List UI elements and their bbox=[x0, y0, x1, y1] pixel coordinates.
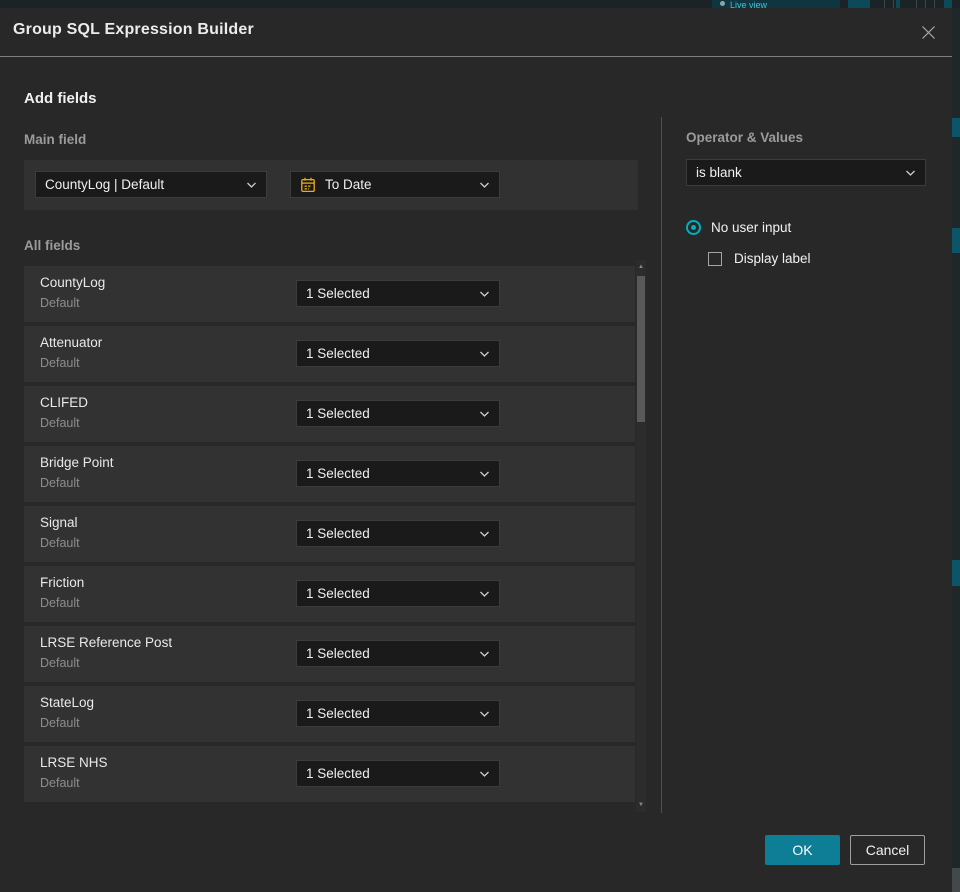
field-name: LRSE NHS bbox=[40, 755, 108, 770]
field-name: StateLog bbox=[40, 695, 95, 710]
field-name: CLIFED bbox=[40, 395, 89, 410]
chevron-down-icon bbox=[479, 410, 490, 418]
background-toolbar: Live view bbox=[0, 0, 960, 8]
scrollbar[interactable]: ▲ ▼ bbox=[636, 260, 646, 812]
field-row: Signal Default 1 Selected bbox=[24, 506, 635, 562]
field-values-select-value: 1 Selected bbox=[306, 706, 370, 721]
field-row: CLIFED Default 1 Selected bbox=[24, 386, 635, 442]
scroll-down-icon[interactable]: ▼ bbox=[636, 800, 646, 810]
field-values-select[interactable]: 1 Selected bbox=[296, 580, 500, 607]
field-subtype: Default bbox=[40, 356, 80, 370]
calendar-icon bbox=[300, 177, 316, 193]
field-name: Friction bbox=[40, 575, 85, 590]
field-row: Friction Default 1 Selected bbox=[24, 566, 635, 622]
field-values-select-value: 1 Selected bbox=[306, 286, 370, 301]
live-view-label: Live view bbox=[730, 0, 768, 8]
field-name: CountyLog bbox=[40, 275, 106, 290]
operator-select-value: is blank bbox=[696, 165, 742, 180]
main-field-panel: CountyLog | Default To Date bbox=[24, 160, 638, 210]
field-name: Signal bbox=[40, 515, 78, 530]
field-values-select[interactable]: 1 Selected bbox=[296, 460, 500, 487]
chevron-down-icon bbox=[246, 181, 257, 189]
all-fields-list: CountyLog Default 1 Selected Attenuator … bbox=[24, 266, 635, 802]
field-subtype: Default bbox=[40, 536, 80, 550]
background-tool-button bbox=[896, 0, 900, 8]
scroll-up-icon[interactable]: ▲ bbox=[636, 262, 646, 272]
chevron-down-icon bbox=[479, 710, 490, 718]
add-fields-heading: Add fields bbox=[24, 90, 97, 107]
field-values-select-value: 1 Selected bbox=[306, 586, 370, 601]
field-values-select-value: 1 Selected bbox=[306, 466, 370, 481]
field-values-select[interactable]: 1 Selected bbox=[296, 520, 500, 547]
display-label-label: Display label bbox=[734, 251, 811, 266]
chevron-down-icon bbox=[479, 530, 490, 538]
dialog-header: Group SQL Expression Builder bbox=[0, 8, 952, 57]
operator-values-label: Operator & Values bbox=[686, 130, 804, 145]
field-type-select[interactable]: To Date bbox=[290, 171, 500, 198]
field-values-select[interactable]: 1 Selected bbox=[296, 700, 500, 727]
live-view-indicator[interactable]: Live view bbox=[712, 0, 840, 8]
cancel-button[interactable]: Cancel bbox=[850, 835, 925, 865]
field-values-select[interactable]: 1 Selected bbox=[296, 280, 500, 307]
chevron-down-icon bbox=[479, 650, 490, 658]
field-values-select[interactable]: 1 Selected bbox=[296, 400, 500, 427]
app-background: Live view Group SQL Expression Builder A… bbox=[0, 0, 960, 892]
field-values-select[interactable]: 1 Selected bbox=[296, 340, 500, 367]
field-subtype: Default bbox=[40, 416, 80, 430]
column-divider bbox=[661, 117, 662, 813]
field-values-select[interactable]: 1 Selected bbox=[296, 760, 500, 787]
field-name: Bridge Point bbox=[40, 455, 114, 470]
group-sql-expression-builder-dialog: Group SQL Expression Builder Add fields … bbox=[0, 8, 952, 892]
chevron-down-icon bbox=[479, 350, 490, 358]
field-row: LRSE NHS Default 1 Selected bbox=[24, 746, 635, 802]
field-name: LRSE Reference Post bbox=[40, 635, 173, 650]
field-row: StateLog Default 1 Selected bbox=[24, 686, 635, 742]
all-fields-label: All fields bbox=[24, 238, 81, 253]
field-subtype: Default bbox=[40, 296, 80, 310]
ok-button[interactable]: OK bbox=[765, 835, 840, 865]
field-name: Attenuator bbox=[40, 335, 103, 350]
field-subtype: Default bbox=[40, 716, 80, 730]
live-dot-icon bbox=[720, 1, 725, 6]
field-row: CountyLog Default 1 Selected bbox=[24, 266, 635, 322]
chevron-down-icon bbox=[905, 169, 916, 177]
field-values-select-value: 1 Selected bbox=[306, 346, 370, 361]
field-row: Attenuator Default 1 Selected bbox=[24, 326, 635, 382]
background-panel-edge bbox=[952, 8, 960, 892]
no-user-input-radio[interactable]: No user input bbox=[686, 220, 791, 235]
field-values-select-value: 1 Selected bbox=[306, 766, 370, 781]
chevron-down-icon bbox=[479, 470, 490, 478]
field-values-select-value: 1 Selected bbox=[306, 526, 370, 541]
field-subtype: Default bbox=[40, 476, 80, 490]
checkbox-unchecked-icon bbox=[708, 251, 722, 266]
display-label-checkbox[interactable]: Display label bbox=[708, 251, 811, 266]
no-user-input-label: No user input bbox=[711, 220, 792, 235]
chevron-down-icon bbox=[479, 181, 490, 189]
chevron-down-icon bbox=[479, 770, 490, 778]
field-values-select[interactable]: 1 Selected bbox=[296, 640, 500, 667]
radio-checked-icon bbox=[686, 220, 701, 235]
field-row: LRSE Reference Post Default 1 Selected bbox=[24, 626, 635, 682]
field-subtype: Default bbox=[40, 656, 80, 670]
close-icon[interactable] bbox=[918, 22, 938, 42]
main-field-select-value: CountyLog | Default bbox=[45, 177, 165, 192]
field-values-select-value: 1 Selected bbox=[306, 406, 370, 421]
scrollbar-thumb[interactable] bbox=[637, 276, 645, 422]
background-tool-button bbox=[944, 0, 952, 8]
main-field-label: Main field bbox=[24, 132, 87, 147]
main-field-select[interactable]: CountyLog | Default bbox=[35, 171, 267, 198]
chevron-down-icon bbox=[479, 290, 490, 298]
operator-select[interactable]: is blank bbox=[686, 159, 926, 186]
field-subtype: Default bbox=[40, 596, 80, 610]
field-subtype: Default bbox=[40, 776, 80, 790]
field-row: Bridge Point Default 1 Selected bbox=[24, 446, 635, 502]
field-values-select-value: 1 Selected bbox=[306, 646, 370, 661]
field-type-select-value: To Date bbox=[325, 177, 372, 192]
chevron-down-icon bbox=[479, 590, 490, 598]
dialog-title: Group SQL Expression Builder bbox=[13, 21, 254, 38]
background-tool-button bbox=[848, 0, 870, 8]
